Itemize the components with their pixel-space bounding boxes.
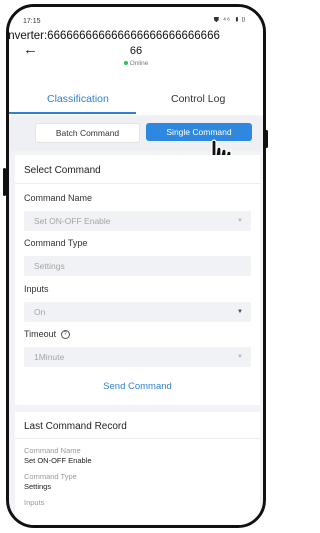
send-command-button[interactable]: Send Command — [15, 381, 260, 392]
timeout-value: 1Minute — [34, 352, 65, 362]
help-circle-icon[interactable]: ? — [60, 330, 70, 340]
command-type-label: Command Type — [24, 238, 88, 248]
tab-classification[interactable]: Classification — [47, 93, 109, 105]
device-title: Inverter:666666666666666666666666666 — [6, 30, 220, 42]
timeout-select[interactable]: 1Minute ▼ — [24, 347, 251, 367]
status-bar: 17:15 ⛊ ⁴⁶ ▮▯ — [9, 7, 263, 29]
last-command-record-card: Last Command Record Command Name Set ON-… — [15, 412, 260, 525]
online-status-label: Online — [129, 60, 149, 67]
record-command-type-label: Command Type — [24, 472, 77, 481]
batch-command-button[interactable]: Batch Command — [35, 123, 140, 143]
device-name: 66 — [129, 45, 143, 57]
command-name-label: Command Name — [24, 193, 93, 203]
timeout-label-row: Timeout ? — [24, 329, 70, 340]
online-status: Online — [9, 60, 263, 67]
select-command-card: Select Command Command Name Set ON-OFF E… — [15, 155, 260, 405]
status-icons: ⛊ ⁴⁶ ▮▯ — [213, 17, 247, 24]
online-dot-icon — [123, 61, 128, 66]
caret-down-icon: ▼ — [237, 309, 243, 315]
inputs-value: On — [34, 307, 46, 317]
caret-down-icon: ▼ — [237, 218, 243, 224]
status-time: 17:15 — [23, 18, 41, 25]
record-command-name-value: Set ON-OFF Enable — [24, 456, 92, 465]
tab-active-indicator — [9, 112, 136, 114]
timeout-label: Timeout — [24, 329, 57, 339]
command-type-value: Settings — [34, 261, 65, 271]
last-record-title: Last Command Record — [24, 421, 127, 432]
tab-bar: Classification Control Log — [9, 89, 263, 115]
inputs-label: Inputs — [24, 284, 49, 294]
phone-frame: 17:15 ⛊ ⁴⁶ ▮▯ Inverter:66666666666666666… — [6, 4, 266, 528]
tab-control-log[interactable]: Control Log — [171, 93, 225, 105]
record-command-type-value: Settings — [24, 482, 52, 491]
inputs-select[interactable]: On ▼ — [24, 302, 251, 322]
command-type-field: Settings — [24, 256, 251, 276]
record-inputs-label: Inputs — [24, 498, 45, 507]
command-name-select[interactable]: Set ON-OFF Enable ▼ — [24, 211, 251, 231]
select-command-title: Select Command — [24, 165, 101, 176]
record-command-name-label: Command Name — [24, 446, 81, 455]
divider — [15, 183, 260, 184]
divider — [15, 438, 260, 439]
caret-down-icon: ▼ — [237, 354, 243, 360]
device-header: Inverter:666666666666666666666666666 ← 6… — [9, 29, 263, 89]
command-name-value: Set ON-OFF Enable — [34, 216, 111, 226]
